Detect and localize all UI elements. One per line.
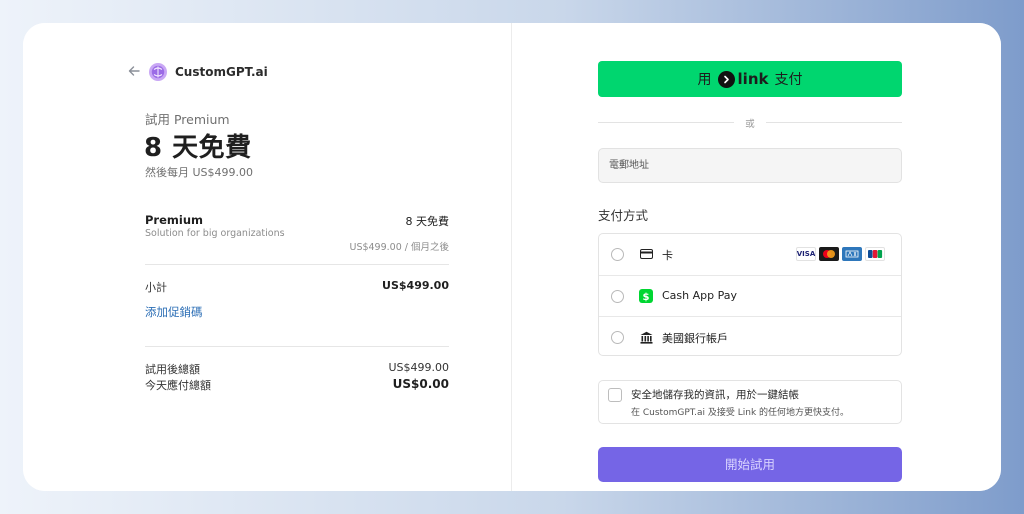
payment-methods-title: 支付方式 bbox=[598, 208, 649, 223]
save-info-label: 安全地儲存我的資訊，用於一鍵結帳 bbox=[631, 389, 799, 401]
due-today-label: 今天應付總額 bbox=[145, 379, 211, 392]
line-item-description: Solution for big organizations bbox=[145, 228, 285, 239]
link-logo: link bbox=[717, 70, 769, 88]
bank-radio[interactable] bbox=[611, 331, 624, 344]
save-info-checkbox[interactable] bbox=[608, 388, 622, 402]
subtotal-value: US$499.00 bbox=[382, 279, 449, 292]
subtotal-label: 小計 bbox=[145, 281, 167, 294]
cash-app-icon: $ bbox=[639, 289, 653, 303]
payment-option-bank[interactable]: 美國銀行帳戶 bbox=[599, 316, 901, 357]
trial-headline: 8 天免費 bbox=[144, 133, 252, 163]
svg-text:$: $ bbox=[643, 292, 650, 303]
visa-icon: VISA bbox=[796, 247, 816, 261]
card-radio[interactable] bbox=[611, 248, 624, 261]
email-input[interactable] bbox=[609, 149, 891, 182]
due-today-row: 今天應付總額 US$0.00 bbox=[145, 377, 449, 392]
card-label: 卡 bbox=[662, 249, 673, 262]
add-promo-code-link[interactable]: 添加促銷碼 bbox=[145, 304, 203, 320]
save-info-box: 安全地儲存我的資訊，用於一鍵結帳 在 CustomGPT.ai 及接受 Link… bbox=[598, 380, 902, 424]
bank-label: 美國銀行帳戶 bbox=[662, 332, 728, 345]
or-separator: 或 bbox=[598, 115, 902, 130]
start-trial-button[interactable]: 開始試用 bbox=[598, 447, 902, 482]
email-field[interactable] bbox=[598, 148, 902, 183]
line-item-trial: 8 天免費 bbox=[405, 215, 450, 228]
cash-app-label: Cash App Pay bbox=[662, 289, 737, 302]
due-today-value: US$0.00 bbox=[392, 377, 449, 391]
payment-panel: 用 link 支付 或 支付方式 卡 bbox=[512, 23, 1001, 491]
trial-label: 試用 Premium bbox=[145, 112, 230, 127]
bank-icon bbox=[639, 330, 653, 344]
link-button-suffix: 支付 bbox=[774, 72, 803, 88]
or-text: 或 bbox=[745, 119, 755, 130]
payment-methods-list: 卡 VISA $ Cash App Pay 美國銀行帳戶 bbox=[598, 233, 902, 356]
after-trial-value: US$499.00 bbox=[388, 361, 449, 374]
link-brand-text: link bbox=[737, 70, 769, 88]
pay-with-link-button[interactable]: 用 link 支付 bbox=[598, 61, 902, 97]
link-button-prefix: 用 bbox=[697, 72, 712, 88]
separator-line bbox=[766, 122, 902, 123]
card-icon bbox=[639, 247, 653, 261]
order-summary-panel: CustomGPT.ai 試用 Premium 8 天免費 然後每月 US$49… bbox=[23, 23, 511, 491]
divider bbox=[145, 346, 449, 347]
line-item-row: Premium 8 天免費 bbox=[145, 213, 450, 228]
card-brands: VISA bbox=[796, 247, 885, 261]
after-trial-row: 試用後總額 US$499.00 bbox=[145, 361, 449, 376]
jcb-icon bbox=[865, 247, 885, 261]
amex-icon bbox=[842, 247, 862, 261]
subtotal-row: 小計 US$499.00 bbox=[145, 279, 449, 294]
trial-then-price: 然後每月 US$499.00 bbox=[145, 166, 254, 179]
customgpt-logo-icon bbox=[148, 62, 168, 82]
after-trial-label: 試用後總額 bbox=[145, 363, 200, 376]
back-arrow-icon[interactable] bbox=[128, 65, 142, 79]
save-info-description: 在 CustomGPT.ai 及接受 Link 的任何地方更快支付。 bbox=[631, 408, 850, 418]
brand-header: CustomGPT.ai bbox=[128, 61, 268, 83]
mastercard-icon bbox=[819, 247, 839, 261]
brand-name: CustomGPT.ai bbox=[175, 65, 268, 79]
cash-app-radio[interactable] bbox=[611, 290, 624, 303]
divider bbox=[145, 264, 449, 265]
line-item-price-row: US$499.00 / 個月之後 bbox=[145, 239, 449, 253]
payment-option-cash-app[interactable]: $ Cash App Pay bbox=[599, 275, 901, 316]
line-item-name: Premium bbox=[145, 213, 203, 227]
link-arrow-icon bbox=[717, 70, 735, 88]
payment-option-card[interactable]: 卡 VISA bbox=[599, 234, 901, 275]
line-item-price-note: US$499.00 / 個月之後 bbox=[349, 242, 449, 253]
checkout-card: CustomGPT.ai 試用 Premium 8 天免費 然後每月 US$49… bbox=[23, 23, 1001, 491]
